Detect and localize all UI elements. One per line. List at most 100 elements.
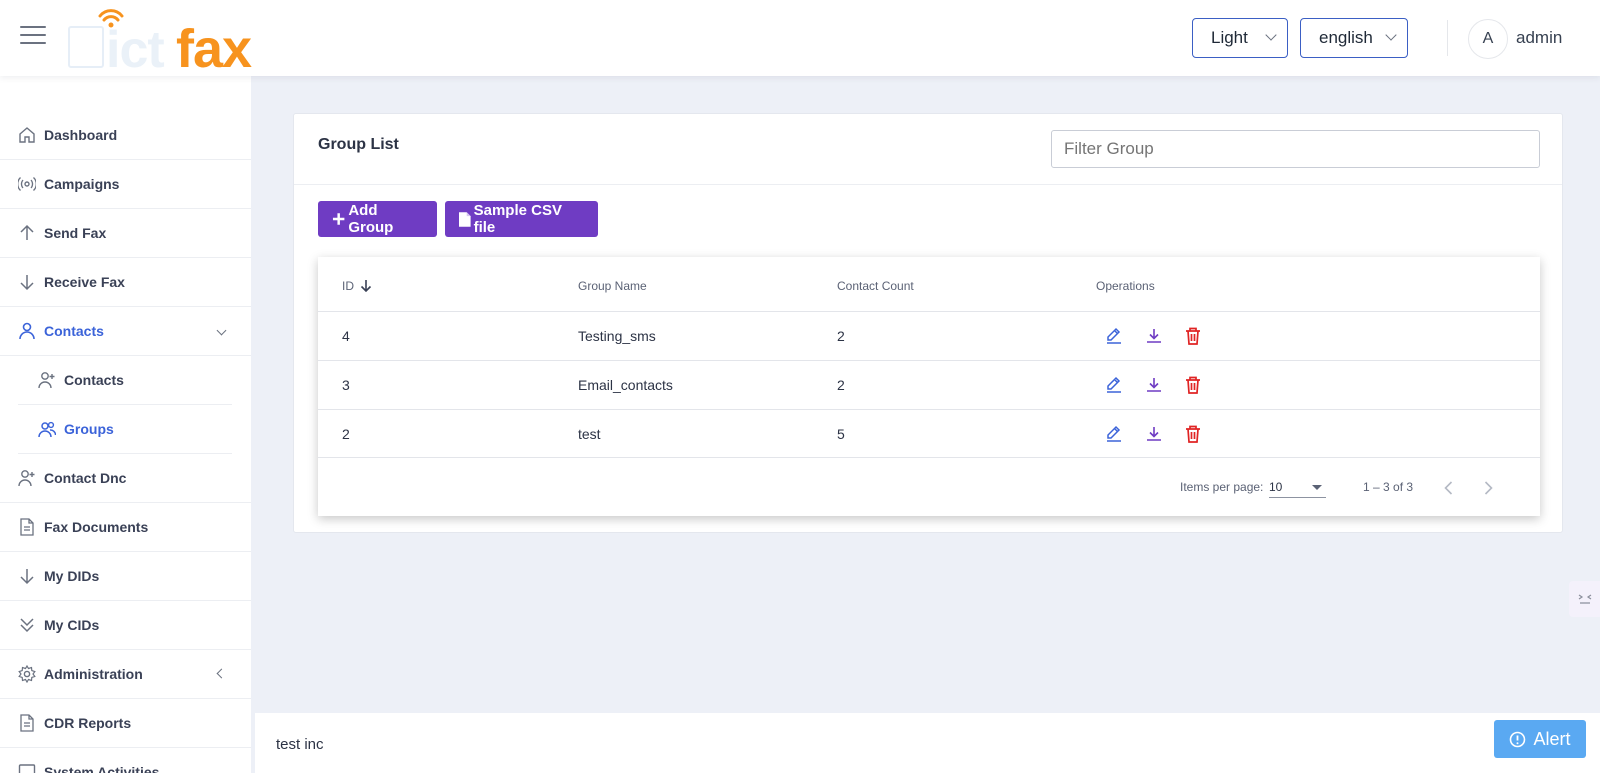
sidebar-item-cdr-reports[interactable]: CDR Reports <box>0 699 251 748</box>
sidebar-item-receive-fax[interactable]: Receive Fax <box>0 258 251 307</box>
sidebar-item-label: My DIDs <box>44 568 100 584</box>
alert-button-label: Alert <box>1533 728 1571 749</box>
table-row: 4 Testing_sms 2 <box>318 311 1540 360</box>
sidebar-item-administration[interactable]: Administration <box>0 650 251 699</box>
cell-id: 3 <box>342 377 350 393</box>
arrow-down-icon <box>20 569 34 585</box>
cell-contact-count: 2 <box>837 377 845 393</box>
sidebar-item-dashboard[interactable]: Dashboard <box>0 111 251 160</box>
person-add-icon <box>38 372 55 389</box>
download-icon[interactable] <box>1144 424 1164 444</box>
cell-group-name: test <box>578 426 601 442</box>
sidebar-item-label: Administration <box>44 666 143 682</box>
cell-id: 4 <box>342 328 350 344</box>
header-divider <box>1447 20 1448 56</box>
language-select[interactable]: english <box>1300 18 1408 58</box>
add-group-label: Add Group <box>348 202 394 236</box>
sidebar-subitem-groups[interactable]: Groups <box>18 405 232 454</box>
edit-icon[interactable] <box>1104 375 1124 395</box>
language-select-value: english <box>1319 28 1373 47</box>
column-header-group-name: Group Name <box>578 279 647 293</box>
broadcast-icon <box>18 177 36 191</box>
delete-icon[interactable] <box>1183 424 1203 444</box>
people-icon <box>38 421 56 438</box>
chevron-left-icon <box>216 668 227 679</box>
cell-contact-count: 2 <box>837 328 845 344</box>
download-icon[interactable] <box>1144 326 1164 346</box>
sidebar-item-contact-dnc[interactable]: Contact Dnc <box>0 454 251 503</box>
file-icon <box>459 211 471 227</box>
sidebar-item-label: Fax Documents <box>44 519 149 535</box>
sidebar-item-my-cids[interactable]: My CIDs <box>0 601 251 650</box>
sidebar-item-label: Receive Fax <box>44 274 125 290</box>
sidebar-item-campaigns[interactable]: Campaigns <box>0 160 251 209</box>
app-logo[interactable]: ict fax <box>66 6 286 79</box>
group-list-card: Group List Add Group Sample CSV file ID … <box>293 113 1563 533</box>
column-header-contact-count: Contact Count <box>837 279 914 293</box>
side-toggle-tab[interactable] <box>1569 581 1600 617</box>
sidebar-item-label: My CIDs <box>44 617 100 633</box>
sidebar-item-label: Groups <box>64 421 114 437</box>
download-icon[interactable] <box>1144 375 1164 395</box>
file-text-icon <box>20 714 34 732</box>
sidebar-item-send-fax[interactable]: Send Fax <box>0 209 251 258</box>
sidebar-item-my-dids[interactable]: My DIDs <box>0 552 251 601</box>
person-icon <box>19 322 35 340</box>
sidebar-subitem-contacts[interactable]: Contacts <box>18 356 232 405</box>
sidebar-item-fax-documents[interactable]: Fax Documents <box>0 503 251 552</box>
avatar[interactable]: A <box>1468 19 1508 59</box>
arrow-down-icon <box>20 275 34 291</box>
items-per-page-value: 10 <box>1269 480 1283 494</box>
sidebar-item-system-activities[interactable]: System Activities <box>0 748 251 773</box>
arrow-up-icon <box>20 224 34 240</box>
plus-icon <box>332 213 345 225</box>
sidebar-item-label: Campaigns <box>44 176 120 192</box>
items-per-page-label: Items per page: <box>1180 480 1264 494</box>
chevron-down-icon <box>1265 29 1277 41</box>
sample-csv-button[interactable]: Sample CSV file <box>445 201 598 237</box>
hamburger-menu-icon[interactable] <box>20 26 46 48</box>
sidebar-item-contacts[interactable]: Contacts <box>0 307 251 356</box>
filter-group-input[interactable] <box>1051 130 1540 168</box>
page-title: Group List <box>318 136 399 153</box>
username[interactable]: admin <box>1516 28 1562 48</box>
theme-select[interactable]: Light <box>1192 18 1288 58</box>
cell-group-name: Email_contacts <box>578 377 673 393</box>
sample-csv-label: Sample CSV file <box>473 202 562 236</box>
sidebar-item-label: Contacts <box>64 372 124 388</box>
sidebar-item-label: CDR Reports <box>44 715 132 731</box>
items-per-page-select[interactable]: 10 <box>1269 474 1326 498</box>
groups-table: ID Group Name Contact Count Operations 4… <box>318 257 1540 516</box>
delete-icon[interactable] <box>1183 375 1203 395</box>
logo-document-shape <box>68 26 104 68</box>
settings-icon <box>18 665 36 683</box>
cell-group-name: Testing_sms <box>578 328 656 344</box>
cell-id: 2 <box>342 426 350 442</box>
sidebar: Dashboard Campaigns Send Fax Receive Fax… <box>0 76 251 773</box>
edit-icon[interactable] <box>1104 424 1124 444</box>
card-divider <box>294 184 1562 185</box>
alert-circle-icon <box>1510 731 1526 747</box>
edit-icon[interactable] <box>1104 326 1124 346</box>
alert-button[interactable]: Alert <box>1494 720 1586 758</box>
logo-text-brand: fax <box>176 19 252 79</box>
sidebar-item-label: System Activities <box>44 764 160 773</box>
table-row: 3 Email_contacts 2 <box>318 360 1540 409</box>
file-text-icon <box>20 518 34 536</box>
previous-page-icon[interactable] <box>1439 478 1459 498</box>
paginator: Items per page: 10 1 – 3 of 3 <box>318 457 1540 516</box>
column-header-id[interactable]: ID <box>342 279 372 293</box>
next-page-icon[interactable] <box>1478 478 1498 498</box>
page-range-label: 1 – 3 of 3 <box>1363 480 1414 494</box>
monitor-icon <box>18 764 36 773</box>
double-chevron-down-icon <box>20 618 34 633</box>
add-group-button[interactable]: Add Group <box>318 201 437 237</box>
column-header-operations: Operations <box>1096 279 1155 293</box>
dropdown-arrow-icon <box>1312 485 1322 490</box>
column-header-label: ID <box>342 279 354 293</box>
delete-icon[interactable] <box>1183 326 1203 346</box>
theme-select-value: Light <box>1211 28 1248 47</box>
footer-company: test inc <box>276 736 324 753</box>
chevron-down-icon <box>1385 29 1397 41</box>
sidebar-item-label: Send Fax <box>44 225 107 241</box>
